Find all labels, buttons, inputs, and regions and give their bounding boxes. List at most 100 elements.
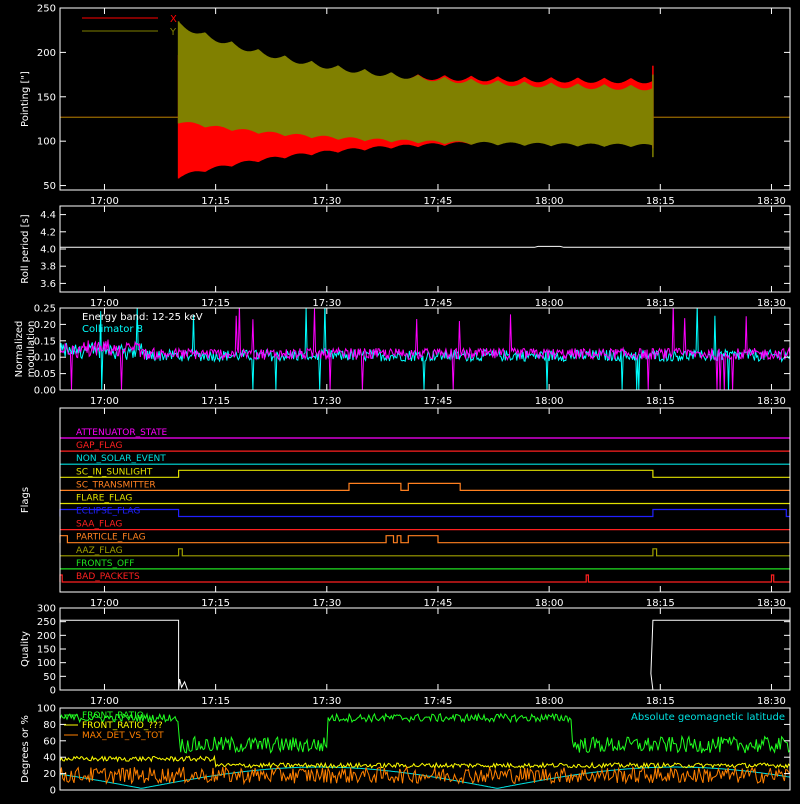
y-tick-label: 250 (37, 617, 56, 628)
x-tick-label: 17:30 (312, 598, 341, 609)
flag-line-eclipse_flag (59, 508, 790, 518)
flag-label-non_solar_event: NON_SOLAR_EVENT (76, 454, 166, 464)
legend-label-max_det_vs_tot: MAX_DET_VS_TOT (82, 731, 164, 741)
x-tick-label: 18:30 (757, 298, 786, 309)
flag-label-aaz_flag: AAZ_FLAG (76, 546, 123, 556)
panel-flags: ATTENUATOR_STATE GAP_FLAG NON_SOLAR_EVENT S… (20, 407, 791, 609)
flag-label-sc_in_sunlight: SC_IN_SUNLIGHT (76, 467, 153, 477)
y-tick-label: 60 (43, 736, 56, 747)
flag-line-sc_in_sunlight (60, 469, 790, 478)
flag-line-particle_flag (59, 535, 790, 544)
x-tick-label: 18:30 (757, 598, 786, 609)
y-tick-label: 50 (43, 672, 56, 683)
y-axis-label-line: modulation (26, 321, 37, 378)
x-tick-label: 17:30 (312, 696, 341, 707)
y-axis-label-line: Pointing ["] (20, 71, 31, 127)
flag-label-saa_flag: SAA_FLAG (76, 520, 122, 530)
flag-label-attenuator_state: ATTENUATOR_STATE (76, 428, 168, 438)
y-tick-label: 0.25 (34, 304, 56, 315)
flag-label-particle_flag: PARTICLE_FLAG (76, 533, 146, 543)
y-axis-label-line: Flags (20, 487, 31, 513)
x-tick-label: 18:00 (535, 196, 564, 207)
legend-label-Y: Y (169, 27, 177, 38)
pointing-plot-area (60, 21, 790, 179)
flag-label-eclipse_flag: ECLIPSE_FLAG (76, 507, 140, 517)
y-axis-label: Degrees or % (20, 715, 31, 783)
x-tick-label: 17:15 (201, 396, 230, 407)
flag-label-fronts_off: FRONTS_OFF (76, 559, 134, 569)
y-tick-label: 200 (37, 631, 56, 642)
y-tick-label: 200 (37, 48, 56, 59)
y-tick-label: 40 (43, 753, 56, 764)
chart-stage: 17:00 17:15 17:30 17:45 18:00 18:15 18:30 50 100… (0, 0, 800, 800)
y-tick-label: 0.10 (34, 353, 56, 364)
x-tick-label: 18:15 (646, 396, 675, 407)
stacked-diagnostic-chart: 17:00 17:15 17:30 17:45 18:00 18:15 18:30 50 100… (14, 4, 791, 797)
y-axis-label-line: Degrees or % (20, 715, 31, 783)
y-axis-label: Normalized modulation (14, 321, 37, 378)
legend-label-front_ratio_???: FRONT_RATIO_??? (82, 721, 163, 731)
y-tick-label: 100 (37, 658, 56, 669)
annotation-energy-band: Energy band: 12-25 keV (82, 312, 203, 323)
flag-label-flare_flag: FLARE_FLAG (76, 493, 132, 503)
panel-quality: 17:00 17:15 17:30 17:45 18:00 18:15 18:30 0 50 10… (20, 604, 791, 707)
x-tick-label: 17:00 (90, 196, 119, 207)
y-tick-label: 4.2 (40, 227, 56, 238)
panel-modulation: 17:00 17:15 17:30 17:45 18:00 18:15 18:30 0.00 0… (14, 304, 791, 407)
flag-line-aaz_flag (60, 548, 790, 557)
x-tick-label: 17:15 (201, 298, 230, 309)
x-tick-label: 17:15 (201, 598, 230, 609)
y-axis-label: Roll period [s] (20, 214, 31, 283)
x-tick-label: 17:30 (312, 396, 341, 407)
annotation-collimator: Collimator 8 (82, 324, 143, 335)
x-tick-label: 18:15 (646, 196, 675, 207)
panel-pointing: 17:00 17:15 17:30 17:45 18:00 18:15 18:30 50 100… (20, 4, 791, 207)
y-tick-label: 300 (37, 604, 56, 615)
roll-period-frame (59, 205, 791, 293)
x-tick-label: 18:15 (646, 298, 675, 309)
x-tick-label: 18:00 (535, 298, 564, 309)
y-tick-label: 150 (37, 645, 56, 656)
x-tick-label: 17:15 (201, 696, 230, 707)
x-tick-label: 17:45 (424, 396, 453, 407)
y-tick-label: 100 (37, 137, 56, 148)
x-tick-label: 17:30 (312, 298, 341, 309)
legend-label-front_ratio: FRONT_RATIO (82, 711, 144, 721)
x-tick-label: 17:45 (424, 696, 453, 707)
y-tick-label: 250 (37, 4, 56, 15)
x-tick-label: 18:15 (646, 696, 675, 707)
y-tick-label: 4.4 (40, 210, 56, 221)
x-tick-label: 17:00 (90, 396, 119, 407)
panel-degrees: 0 20 40 60 80 100 Degrees or % FRONT_RATIOFRONT… (20, 704, 791, 797)
x-tick-label: 18:30 (757, 396, 786, 407)
flag-label-gap_flag: GAP_FLAG (76, 441, 122, 451)
x-tick-label: 18:00 (535, 696, 564, 707)
x-tick-label: 17:30 (312, 196, 341, 207)
y-axis-label-line: Quality (20, 631, 31, 667)
x-tick-label: 17:45 (424, 298, 453, 309)
y-tick-label: 0 (50, 786, 56, 797)
flag-label-sc_transmitter: SC_TRANSMITTER (76, 480, 156, 490)
y-axis-label: Quality (20, 631, 31, 667)
x-tick-label: 17:45 (424, 598, 453, 609)
x-tick-label: 17:15 (201, 196, 230, 207)
flag-line-bad_packets (59, 574, 790, 583)
x-tick-label: 18:00 (535, 598, 564, 609)
y-tick-label: 3.6 (40, 279, 56, 290)
series-front-ratio-2 (60, 754, 790, 770)
legend-label-geomagnetic-latitude: Absolute geomagnetic latitude (631, 712, 785, 723)
y-tick-label: 0.00 (34, 386, 56, 397)
y-tick-label: 0.05 (34, 369, 56, 380)
y-tick-label: 0.15 (34, 336, 56, 347)
legend-label-X: X (170, 14, 177, 25)
y-axis-label-line: Roll period [s] (20, 214, 31, 283)
roll-period-line (60, 245, 790, 248)
y-tick-label: 3.8 (40, 262, 56, 273)
x-tick-label: 18:00 (535, 396, 564, 407)
y-tick-label: 100 (37, 704, 56, 715)
y-tick-label: 4.0 (40, 245, 56, 256)
x-tick-label: 17:00 (90, 696, 119, 707)
x-tick-label: 17:45 (424, 196, 453, 207)
y-tick-label: 0.20 (34, 320, 56, 331)
y-tick-label: 80 (43, 720, 56, 731)
